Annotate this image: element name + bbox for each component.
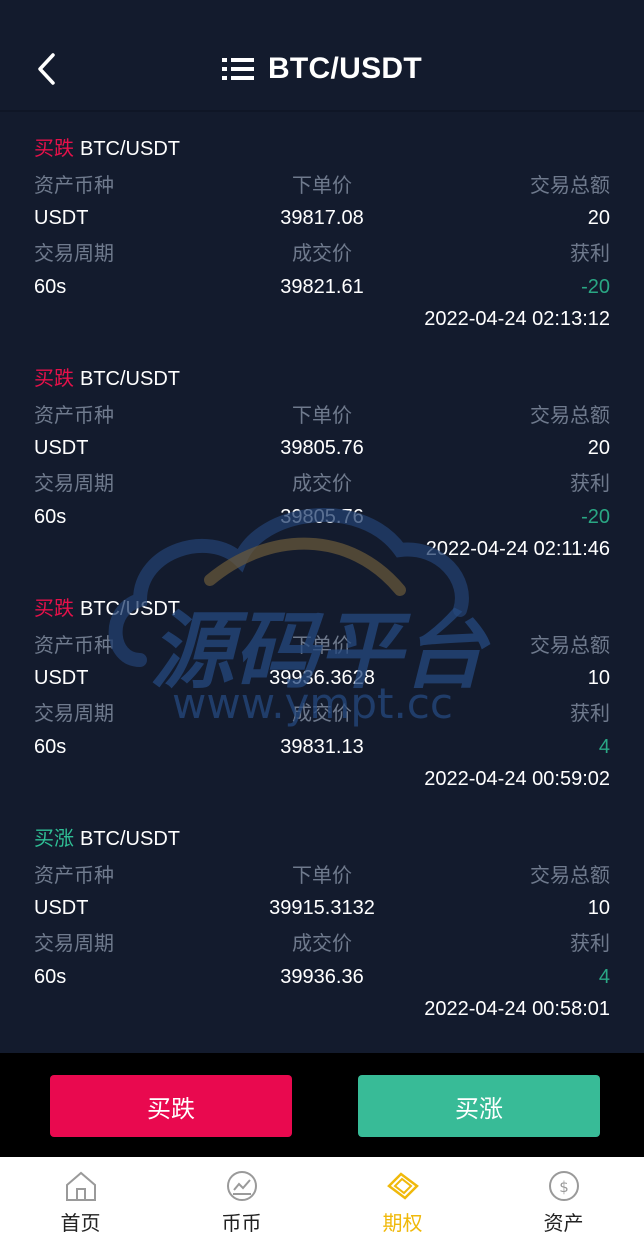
asset-label: 资产币种 — [34, 865, 114, 887]
total-value: 20 — [587, 207, 610, 229]
order-time: 2022-04-24 02:13:12 — [424, 308, 610, 330]
total-label: 交易总额 — [530, 635, 610, 657]
deal-price-value: 39936.36 — [280, 966, 364, 988]
profit-label: 获利 — [570, 703, 610, 725]
period-label: 交易周期 — [34, 933, 114, 955]
tab-spot[interactable]: 币币 — [161, 1157, 322, 1240]
diamond-icon — [386, 1172, 419, 1200]
order-card[interactable]: 买跌 BTC/USDT 资产币种 下单价 交易总额 USDT 39817.08 2… — [0, 112, 644, 342]
list-menu-icon — [221, 58, 254, 80]
order-pair: BTC/USDT — [80, 368, 180, 390]
profit-label: 获利 — [570, 243, 610, 265]
period-value: 60s — [34, 966, 67, 988]
order-direction: 买跌 — [34, 368, 74, 390]
order-pair: BTC/USDT — [80, 598, 180, 620]
asset-label: 资产币种 — [34, 635, 114, 657]
asset-label: 资产币种 — [34, 175, 114, 197]
total-label: 交易总额 — [530, 175, 610, 197]
asset-value: USDT — [34, 897, 89, 919]
svg-text:$: $ — [559, 1178, 569, 1196]
asset-value: USDT — [34, 437, 89, 459]
order-price-label: 下单价 — [292, 865, 352, 887]
page-title: BTC/USDT — [267, 52, 423, 85]
order-direction: 买涨 — [34, 828, 74, 850]
order-price-value: 39915.3132 — [269, 897, 375, 919]
deal-price-value: 39821.61 — [280, 276, 364, 298]
order-price-label: 下单价 — [292, 175, 352, 197]
order-time: 2022-04-24 00:58:01 — [424, 998, 610, 1020]
tab-label: 首页 — [60, 1213, 101, 1235]
order-direction: 买跌 — [34, 138, 74, 160]
profit-value: 4 — [598, 966, 610, 988]
order-pair: BTC/USDT — [80, 138, 180, 160]
period-value: 60s — [34, 276, 67, 298]
profit-value: 4 — [598, 736, 610, 758]
tab-assets[interactable]: $ 资产 — [483, 1157, 644, 1240]
order-card[interactable]: 买跌 BTC/USDT 资产币种 下单价 交易总额 USDT 39805.76 2… — [0, 342, 644, 572]
total-label: 交易总额 — [530, 405, 610, 427]
profit-label: 获利 — [570, 933, 610, 955]
tab-options[interactable]: 期权 — [322, 1157, 483, 1240]
order-price-value: 39936.3628 — [269, 667, 375, 689]
order-card[interactable]: 买跌 BTC/USDT 资产币种 下单价 交易总额 USDT 39936.3628… — [0, 572, 644, 802]
total-value: 20 — [587, 437, 610, 459]
order-heading: 买跌 BTC/USDT — [34, 594, 610, 624]
trend-chart-icon — [226, 1171, 257, 1201]
header: BTC/USDT — [0, 0, 644, 112]
period-value: 60s — [34, 506, 67, 528]
period-label: 交易周期 — [34, 473, 114, 495]
action-bar: 买跌 买涨 — [0, 1053, 644, 1157]
asset-value: USDT — [34, 667, 89, 689]
order-heading: 买跌 BTC/USDT — [34, 134, 610, 164]
profit-value: -20 — [581, 506, 610, 528]
tab-label: 资产 — [543, 1213, 584, 1235]
order-heading: 买涨 BTC/USDT — [34, 824, 610, 854]
order-time: 2022-04-24 00:59:02 — [424, 768, 610, 790]
order-price-value: 39805.76 — [280, 437, 364, 459]
period-label: 交易周期 — [34, 703, 114, 725]
order-card[interactable]: 买涨 BTC/USDT 资产币种 下单价 交易总额 USDT 39915.3132… — [0, 802, 644, 1032]
period-label: 交易周期 — [34, 243, 114, 265]
period-value: 60s — [34, 736, 67, 758]
dollar-icon: $ — [548, 1171, 579, 1201]
tab-home[interactable]: 首页 — [0, 1157, 161, 1240]
deal-price-value: 39805.76 — [280, 506, 364, 528]
order-list: 买跌 BTC/USDT 资产币种 下单价 交易总额 USDT 39817.08 2… — [0, 112, 644, 1032]
bottom-tab-bar: 首页 币币 期权 $ 资产 — [0, 1157, 644, 1240]
deal-price-value: 39831.13 — [280, 736, 364, 758]
deal-price-label: 成交价 — [292, 933, 352, 955]
order-time: 2022-04-24 02:11:46 — [425, 538, 610, 560]
tab-label: 期权 — [382, 1213, 423, 1235]
asset-value: USDT — [34, 207, 89, 229]
asset-label: 资产币种 — [34, 405, 114, 427]
order-price-value: 39817.08 — [280, 207, 364, 229]
home-icon — [65, 1171, 96, 1201]
order-direction: 买跌 — [34, 598, 74, 620]
total-value: 10 — [587, 667, 610, 689]
deal-price-label: 成交价 — [292, 473, 352, 495]
profit-value: -20 — [581, 276, 610, 298]
order-price-label: 下单价 — [292, 405, 352, 427]
deal-price-label: 成交价 — [292, 243, 352, 265]
total-value: 10 — [587, 897, 610, 919]
order-heading: 买跌 BTC/USDT — [34, 364, 610, 394]
order-pair: BTC/USDT — [80, 828, 180, 850]
total-label: 交易总额 — [530, 865, 610, 887]
buy-rise-button[interactable]: 买涨 — [358, 1075, 600, 1137]
buy-fall-button[interactable]: 买跌 — [50, 1075, 292, 1137]
order-price-label: 下单价 — [292, 635, 352, 657]
deal-price-label: 成交价 — [292, 703, 352, 725]
tab-label: 币币 — [221, 1213, 262, 1235]
profit-label: 获利 — [570, 473, 610, 495]
page-title-wrap[interactable]: BTC/USDT — [0, 42, 644, 96]
